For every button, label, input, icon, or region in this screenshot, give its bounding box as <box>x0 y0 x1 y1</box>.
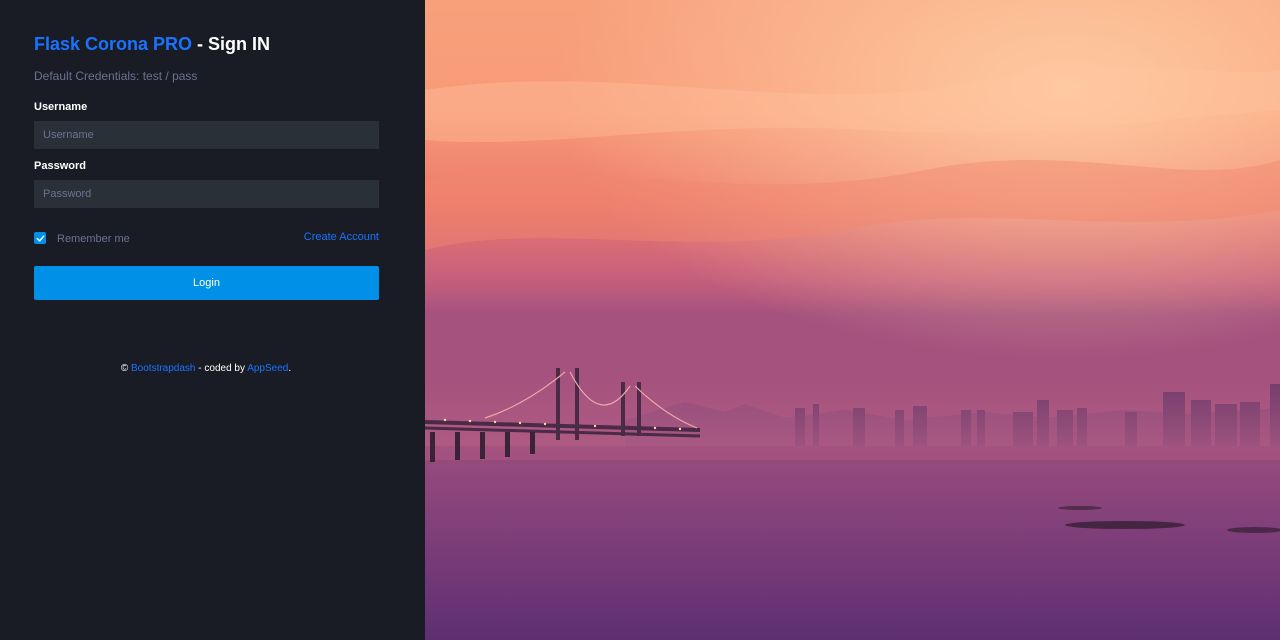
password-input[interactable] <box>34 180 379 208</box>
footer-period: . <box>288 363 292 374</box>
sunset-bridge-cityscape-photo-icon <box>425 0 1280 640</box>
checkmark-icon <box>36 234 44 242</box>
brand-name: Flask Corona PRO <box>34 34 193 54</box>
default-credentials-text: Default Credentials: test / pass <box>34 69 198 83</box>
sign-in-heading: Sign IN <box>208 34 271 54</box>
footer-credits: © Bootstrapdash - coded by AppSeed. <box>0 362 412 375</box>
bootstrapdash-link[interactable]: Bootstrapdash <box>131 363 196 374</box>
page-title: Flask Corona PRO - Sign IN <box>34 33 270 55</box>
login-panel: Flask Corona PRO - Sign IN Default Crede… <box>0 0 425 640</box>
username-input[interactable] <box>34 121 379 149</box>
copyright-symbol: © <box>120 363 129 374</box>
username-label: Username <box>34 101 88 113</box>
title-separator: - <box>192 34 209 54</box>
remember-me-checkbox[interactable] <box>34 232 46 244</box>
login-button[interactable]: Login <box>34 266 379 300</box>
password-label: Password <box>34 160 86 172</box>
remember-me-row: Remember me <box>34 231 130 245</box>
create-account-link[interactable]: Create Account <box>304 230 379 244</box>
appseed-link[interactable]: AppSeed <box>247 363 288 374</box>
coded-by-text: - coded by <box>195 363 248 374</box>
background-image <box>425 0 1280 640</box>
remember-me-label[interactable]: Remember me <box>57 232 130 246</box>
